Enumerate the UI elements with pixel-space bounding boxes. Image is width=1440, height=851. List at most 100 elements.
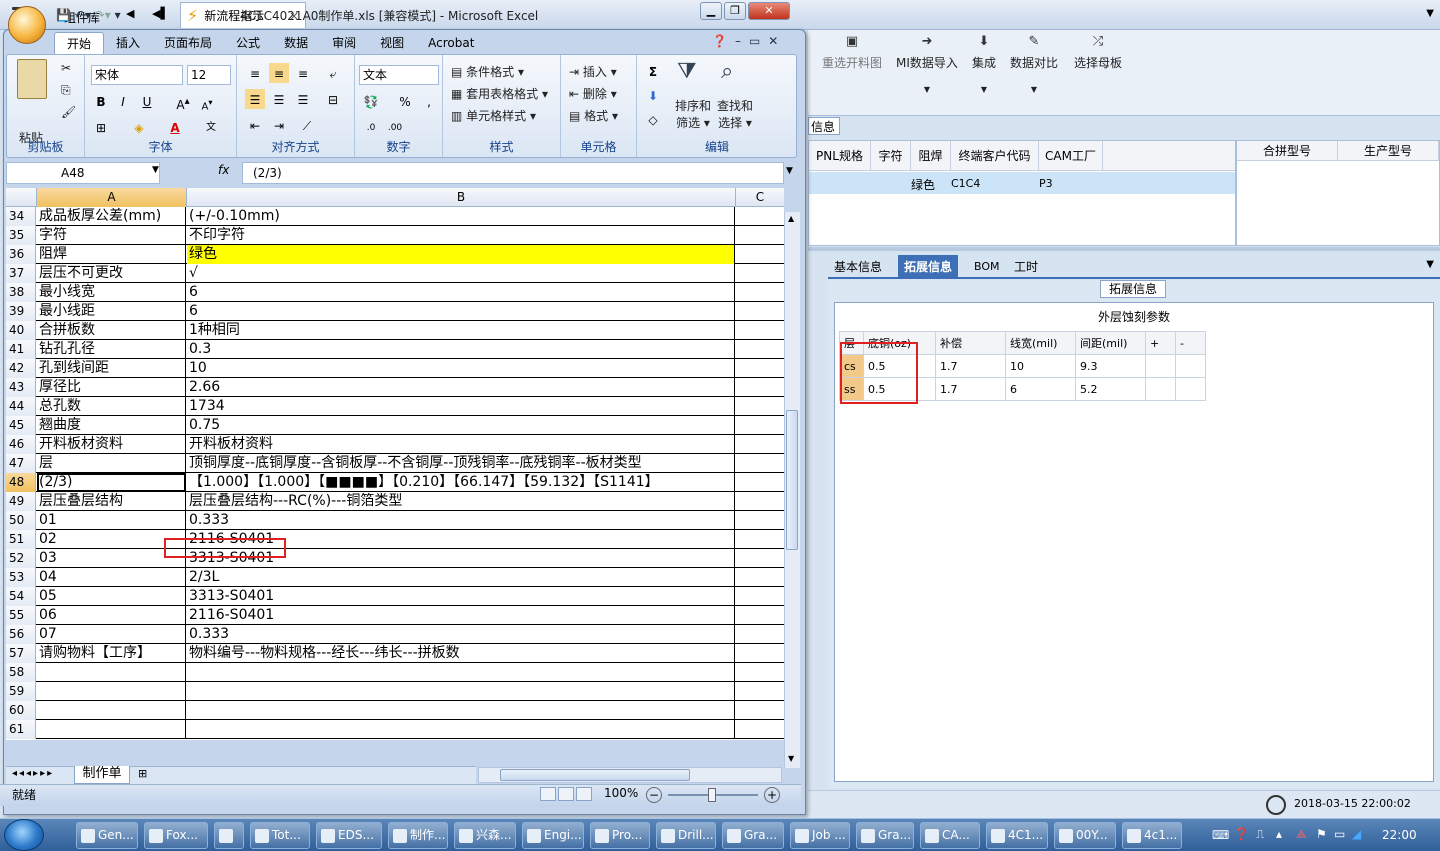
table-row[interactable]: 43 厚径比 2.66	[6, 378, 784, 397]
cell-b[interactable]: 10	[187, 359, 735, 378]
cell-c[interactable]	[736, 530, 784, 549]
cell-b[interactable]: 0.3	[187, 340, 735, 359]
row-number[interactable]: 49	[6, 492, 36, 511]
table-row[interactable]: 53 04 2/3L	[6, 568, 784, 587]
zoom-slider-thumb[interactable]	[708, 788, 716, 802]
table-row[interactable]: 47 层顶铜厚度--底铜厚度--含铜板厚--不含铜厚--顶残铜率--底残铜率--板…	[6, 454, 784, 473]
cell-a[interactable]: 01	[37, 511, 186, 530]
cell-c[interactable]	[736, 473, 784, 492]
scroll-down-icon[interactable]: ▼	[788, 754, 794, 763]
cell-b[interactable]: 3313-S0401	[187, 587, 735, 606]
copy-icon[interactable]: ⎘	[61, 83, 71, 98]
row-number[interactable]: 42	[6, 359, 36, 378]
cell-c[interactable]	[736, 549, 784, 568]
cell-c[interactable]	[736, 359, 784, 378]
cell-spacing[interactable]: 5.2	[1075, 377, 1146, 401]
close-icon[interactable]: ✕	[768, 34, 786, 48]
column-header-c[interactable]: C	[736, 188, 784, 207]
table-row[interactable]: 51 02 2116-S0401	[6, 530, 784, 549]
cell-a[interactable]: (2/3)	[37, 473, 186, 492]
cell-a[interactable]	[37, 701, 186, 720]
cell-b[interactable]	[187, 663, 735, 682]
table-row[interactable]: 36 阻焊 绿色	[6, 245, 784, 264]
cell-line-width[interactable]: 6	[1005, 377, 1076, 401]
reselect-cut-button[interactable]: ▣ 重选开料图	[822, 34, 882, 71]
shrink-font-icon[interactable]: A▾	[197, 91, 217, 112]
cell-a[interactable]: 总孔数	[37, 397, 186, 416]
cell-compensation[interactable]: 1.7	[935, 354, 1006, 378]
taskbar-button[interactable]: 4c1...	[1122, 822, 1182, 849]
customize-icon[interactable]: ▾	[115, 8, 121, 22]
cell-c[interactable]	[736, 435, 784, 454]
cell-a[interactable]: 厚径比	[37, 378, 186, 397]
cell-c[interactable]	[736, 587, 784, 606]
taskbar-button[interactable]: Tot...	[250, 822, 310, 849]
cell-c[interactable]	[736, 321, 784, 340]
cell-b[interactable]: 层压叠层结构---RC(%)---铜箔类型	[187, 492, 735, 511]
cell-c[interactable]	[736, 492, 784, 511]
taskbar-button[interactable]: Pro...	[590, 822, 650, 849]
table-row[interactable]: 绿色 C1C4 P3	[809, 172, 1235, 194]
save-icon[interactable]: 💾	[56, 8, 71, 22]
cut-icon[interactable]: ✂	[61, 61, 71, 75]
tab-view[interactable]: 视图	[368, 32, 416, 54]
table-row[interactable]: 37 层压不可更改 √	[6, 264, 784, 283]
help-icon[interactable]: ❓	[1234, 827, 1249, 841]
integrate-button[interactable]: ⬇ 集成 ▼	[972, 34, 996, 94]
cell-c[interactable]	[736, 511, 784, 530]
cell-c[interactable]	[736, 720, 784, 739]
paste-icon[interactable]	[17, 59, 47, 99]
row-number[interactable]: 56	[6, 625, 36, 644]
office-button[interactable]	[8, 6, 46, 44]
tab-page-layout[interactable]: 页面布局	[152, 32, 224, 54]
column-header-a[interactable]: A	[37, 188, 187, 207]
redo-icon[interactable]: ↷▾	[95, 8, 111, 22]
cell-a[interactable]: 层压叠层结构	[37, 492, 186, 511]
taskbar-button[interactable]: Gra...	[856, 822, 914, 849]
align-middle-icon[interactable]: ≡	[269, 63, 289, 83]
decrease-decimal-icon[interactable]: .00	[385, 117, 405, 137]
table-row[interactable]: 58	[6, 663, 784, 682]
cell-b[interactable]: 2.66	[187, 378, 735, 397]
row-number[interactable]: 52	[6, 549, 36, 568]
taskbar-button[interactable]: 4C1...	[986, 822, 1048, 849]
row-number[interactable]: 50	[6, 511, 36, 530]
cell-compensation[interactable]: 1.7	[935, 377, 1006, 401]
clock-time[interactable]: 22:00	[1382, 828, 1417, 842]
cell-b[interactable]: 【1.000】【1.000】【■■■■】【0.210】【66.147】【59.1…	[187, 473, 735, 492]
cell-a[interactable]: 孔到线间距	[37, 359, 186, 378]
taskbar-button[interactable]: Drill...	[656, 822, 716, 849]
cell-b[interactable]: 6	[187, 302, 735, 321]
table-row[interactable]: 60	[6, 701, 784, 720]
table-row[interactable]: 52 03 3313-S0401	[6, 549, 784, 568]
zoom-in-icon[interactable]: +	[764, 787, 780, 803]
new-sheet-icon[interactable]: ⊞	[138, 767, 147, 780]
row-number[interactable]: 53	[6, 568, 36, 587]
tab-bom[interactable]: BOM	[968, 255, 1006, 279]
col-soldermask[interactable]: 阻焊	[911, 141, 951, 171]
col-merge-model[interactable]: 合拼型号	[1237, 141, 1338, 160]
add-row-button[interactable]: +	[1145, 331, 1176, 355]
collapse-left-icon[interactable]: ◀	[126, 7, 134, 20]
cell-b[interactable]: 物料编号---物料规格---经长---纬长---拼板数	[187, 644, 735, 663]
cell-c[interactable]	[736, 264, 784, 283]
cell-a[interactable]: 请购物料【工序】	[37, 644, 186, 663]
cell-b[interactable]	[187, 720, 735, 739]
sheet-nav-icon[interactable]: ◂◂◂▸▸▸	[12, 768, 54, 779]
row-number[interactable]: 48	[6, 473, 36, 492]
cell-c[interactable]	[736, 606, 784, 625]
cell-a[interactable]	[37, 663, 186, 682]
table-row[interactable]: 45 翘曲度 0.75	[6, 416, 784, 435]
cell-c[interactable]	[736, 226, 784, 245]
cell-line-width[interactable]: 10	[1005, 354, 1076, 378]
network-icon[interactable]: ⎍	[1256, 827, 1264, 842]
table-row[interactable]: 55 06 2116-S0401	[6, 606, 784, 625]
cell-a[interactable]	[37, 682, 186, 701]
cell-a[interactable]: 钻孔孔径	[37, 340, 186, 359]
name-box[interactable]: A48	[6, 162, 160, 184]
table-row[interactable]: 57 请购物料【工序】 物料编号---物料规格---经长---纬长---拼板数	[6, 644, 784, 663]
cell-spacing[interactable]: 9.3	[1075, 354, 1146, 378]
wrap-text-icon[interactable]: ⤶	[323, 63, 343, 83]
font-name-combo[interactable]: 宋体	[91, 65, 183, 85]
col-cam-factory[interactable]: CAM工厂	[1039, 141, 1103, 171]
